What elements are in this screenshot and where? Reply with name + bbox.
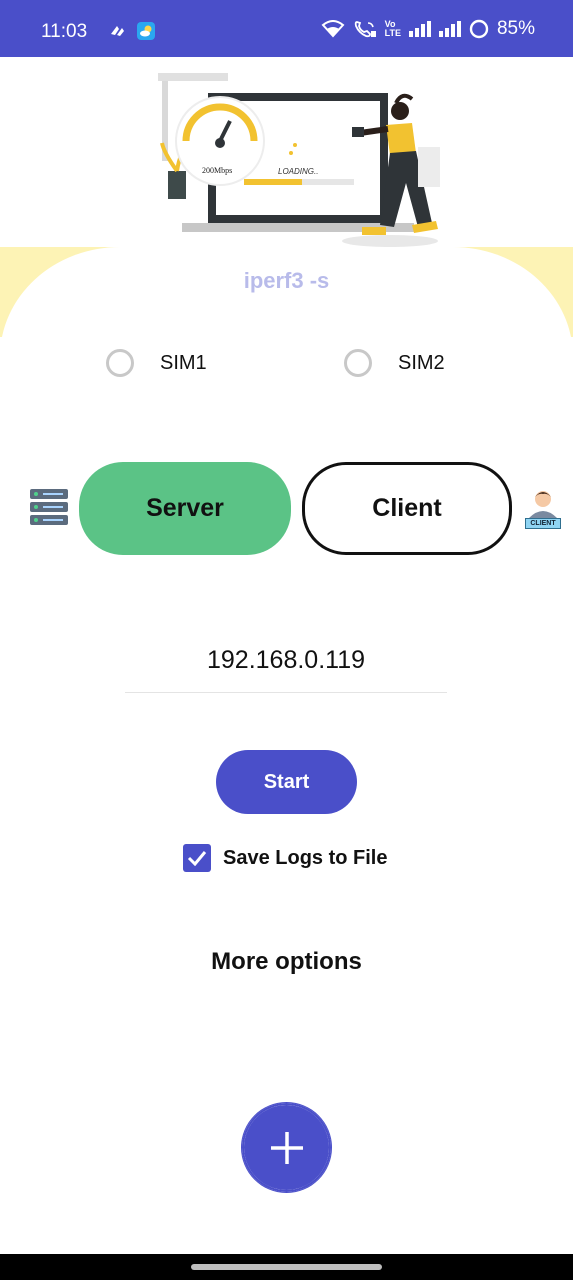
sim-selector: SIM1 SIM2 [0, 348, 573, 384]
save-logs-label: Save Logs to File [223, 846, 388, 869]
check-icon [187, 851, 207, 866]
client-avatar-icon: CLIENT [525, 488, 561, 529]
more-options-link[interactable]: More options [0, 948, 573, 976]
sim2-label: SIM2 [398, 351, 445, 374]
radio-circle[interactable] [344, 349, 372, 377]
app-notification-icon [111, 26, 124, 36]
status-time: 11:03 [41, 21, 88, 42]
save-logs-checkbox[interactable] [183, 844, 211, 872]
speed-label: 200Mbps [202, 166, 232, 175]
status-icons: Vo LTE 85% [321, 18, 535, 40]
hero-title: iperf3 -s [243, 268, 330, 293]
battery-icon [469, 19, 489, 39]
signal-icon [408, 21, 431, 37]
weather-app-icon [137, 22, 155, 40]
fab-ring [242, 1103, 331, 1192]
mode-selector: Server Client CLIENT [0, 462, 573, 556]
hero-section: LOADING.. 200Mbps [0, 57, 573, 337]
sim1-radio[interactable]: SIM1 [106, 349, 207, 377]
client-icon-label: CLIENT [525, 518, 561, 529]
sim2-radio[interactable]: SIM2 [344, 349, 445, 377]
server-icon [30, 489, 68, 525]
save-logs-row[interactable]: Save Logs to File [183, 844, 387, 872]
loading-label: LOADING.. [278, 167, 318, 176]
signal-icon-2 [438, 21, 461, 37]
server-button[interactable]: Server [79, 462, 291, 555]
wifi-icon [321, 20, 345, 38]
navigation-bar [0, 1254, 573, 1280]
radio-circle[interactable] [106, 349, 134, 377]
battery-percent: 85% [496, 18, 535, 39]
start-button[interactable]: Start [216, 750, 357, 814]
sim1-label: SIM1 [160, 351, 207, 374]
status-bar: 11:03 Vo LTE 85% [0, 0, 573, 57]
home-gesture-handle[interactable] [191, 1264, 382, 1270]
wifi-call-icon [354, 21, 376, 38]
speedtest-illustration: LOADING.. 200Mbps [158, 73, 440, 247]
volte-indicator: Vo LTE [384, 19, 401, 38]
ip-address-input[interactable]: 192.168.0.119 [125, 640, 447, 693]
client-button[interactable]: Client [302, 462, 512, 555]
